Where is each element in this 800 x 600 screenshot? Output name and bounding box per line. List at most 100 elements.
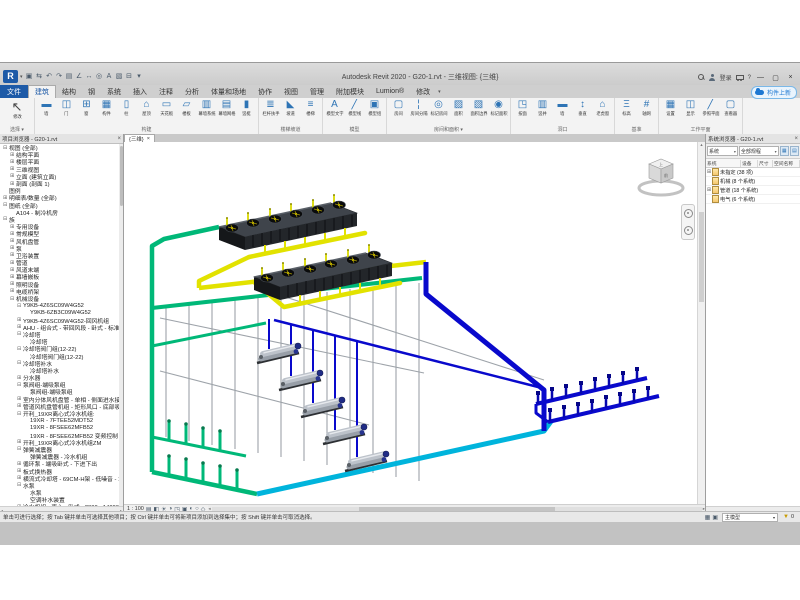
project-browser-close-icon[interactable]: × <box>117 136 121 142</box>
ribbon-tab-10[interactable]: 管理 <box>304 85 330 98</box>
tree-item[interactable]: Y9KB-6ZB3C09W4G52 <box>0 309 123 316</box>
sign-in-label[interactable]: 登录 <box>720 73 732 82</box>
viewer-button[interactable]: ▢查看器 <box>721 99 740 125</box>
autofit-columns-icon[interactable]: ▦ <box>780 146 789 156</box>
wall-button[interactable]: ▬墙 <box>37 99 56 125</box>
chiller-units[interactable] <box>257 343 389 471</box>
column-header-3[interactable]: 空间名称 <box>773 160 800 167</box>
grid-button[interactable]: #轴网 <box>637 99 656 125</box>
user-icon[interactable] <box>709 74 716 81</box>
room-button[interactable]: ▢房间 <box>389 99 408 125</box>
tree-item[interactable]: ⊞立面 (建筑立面) <box>0 173 123 180</box>
tree-item[interactable]: ⊞照明设备 <box>0 281 123 288</box>
floor-button[interactable]: ▱楼板 <box>177 99 196 125</box>
steering-wheel-icon[interactable] <box>684 209 693 218</box>
ribbon-tab-11[interactable]: 附加模块 <box>330 85 370 98</box>
model-group-button[interactable]: ▣模型组 <box>365 99 384 125</box>
project-browser-tree[interactable]: ⊟视图 (全部)⊞结构平面⊞楼层平面⊞三维视图⊞立面 (建筑立面)⊞剖面 (剖面… <box>0 144 123 506</box>
aligned-dimension-icon[interactable]: ↔ <box>85 72 94 81</box>
view-tab-3d[interactable]: {三维} × <box>124 134 155 142</box>
revit-app-button[interactable]: R <box>3 70 18 83</box>
tree-item[interactable]: ⊞风道末端 <box>0 266 123 273</box>
room-separator-button[interactable]: ¦房间分隔 <box>409 99 428 125</box>
tree-item[interactable]: ⊞风机盘管 <box>0 237 123 244</box>
tree-item[interactable]: ⊞三维视图 <box>0 166 123 173</box>
model-canvas[interactable]: 上 前 ▴ <box>124 142 705 504</box>
tree-item[interactable]: ⊞冷水机组 - 离心 - 卧式 - 2800 - 14000 kW <box>0 503 123 506</box>
section-icon[interactable]: ⊟ <box>125 72 134 81</box>
chilled-water-main-blue[interactable] <box>426 262 659 431</box>
show-workplane-button[interactable]: ◫显示 <box>681 99 700 125</box>
tree-item[interactable]: ⊞明细表/数量 (全部) <box>0 194 123 201</box>
curtain-grid-button[interactable]: ▤幕墙网格 <box>217 99 236 125</box>
tree-item[interactable]: ⊞管道风机盘管机组 - 矩形风口 - 底部吸风 <box>0 403 123 410</box>
ceiling-button[interactable]: ▭天花板 <box>157 99 176 125</box>
tree-item[interactable]: A104 - 制冷机房 <box>0 209 123 216</box>
table-row[interactable]: ⊞未指定 (38 项) <box>706 168 800 177</box>
ribbon-tab-5[interactable]: 注释 <box>153 85 179 98</box>
ref-plane-button[interactable]: ╱参照平面 <box>701 99 720 125</box>
system-browser-columns[interactable]: 系统设备尺寸空间名称 <box>706 158 800 168</box>
area-button[interactable]: ▨面积 <box>449 99 468 125</box>
app-menu-arrow-icon[interactable]: ▾ <box>20 74 23 80</box>
ribbon-tab-8[interactable]: 协作 <box>252 85 278 98</box>
tree-item[interactable]: ⊟冷却塔补水 <box>0 360 123 367</box>
column-button[interactable]: ▯柱 <box>117 99 136 125</box>
ribbon-tab-4[interactable]: 插入 <box>127 85 153 98</box>
component-store-banner-button[interactable]: 构件上新 <box>751 86 797 99</box>
design-options-icon[interactable]: ▣ <box>712 514 718 521</box>
tree-item[interactable]: ⊞专用设备 <box>0 223 123 230</box>
table-row[interactable]: 电气 (6 个系统) <box>706 195 800 204</box>
table-row[interactable]: ⊞管道 (18 个系统) <box>706 186 800 195</box>
tree-item[interactable]: ⊞幕墙嵌板 <box>0 273 123 280</box>
tree-item[interactable]: ⊟视图 (全部) <box>0 144 123 151</box>
system-browser-tree[interactable]: ⊞未指定 (38 项)机械 (8 个系统)⊞管道 (18 个系统)电气 (6 个… <box>706 168 800 506</box>
close-button[interactable]: × <box>785 74 796 81</box>
tree-item[interactable]: ⊟冷却塔阀门组(12-22) <box>0 345 123 352</box>
by-face-button[interactable]: ◳按面 <box>513 99 532 125</box>
tree-item[interactable]: ⊞楼层平面 <box>0 158 123 165</box>
tree-item[interactable]: ⊞AHU - 组合式 - 带回风段 - 卧式 - 标准 - 2000 - 100… <box>0 324 123 331</box>
store-cart-icon[interactable] <box>736 75 744 81</box>
file-tab[interactable]: 文件 <box>0 85 28 98</box>
tree-item[interactable]: 19XR - 8FSEE62MFB52 变频控制 <box>0 432 123 439</box>
wall-opening-button[interactable]: ▬墙 <box>553 99 572 125</box>
chilled-water-main-cyan[interactable] <box>257 420 552 494</box>
undo-icon[interactable]: ↶ <box>45 72 54 81</box>
curtain-system-button[interactable]: ▥幕墙系统 <box>197 99 216 125</box>
ribbon-tab-9[interactable]: 视图 <box>278 85 304 98</box>
component-button[interactable]: ▦构件 <box>97 99 116 125</box>
default-3d-view-icon[interactable]: ▧ <box>115 72 124 81</box>
tag-icon[interactable]: ◎ <box>95 72 104 81</box>
cooling-tower-row-1[interactable] <box>219 194 365 257</box>
system-filter-select[interactable]: 系统▾ <box>707 146 738 156</box>
help-icon[interactable]: ? <box>748 75 751 81</box>
ribbon-tab-6[interactable]: 分析 <box>179 85 205 98</box>
tree-item[interactable]: ⊟冷却塔 <box>0 331 123 338</box>
tree-item[interactable]: 冷却塔补水 <box>0 367 123 374</box>
railing-button[interactable]: ≣栏杆扶手 <box>261 99 280 125</box>
window-button[interactable]: ⊞窗 <box>77 99 96 125</box>
stair-button[interactable]: ≡楼梯 <box>301 99 320 125</box>
viewcube[interactable]: 上 前 <box>635 150 687 202</box>
tree-item[interactable]: ⊟图纸 (全部) <box>0 202 123 209</box>
column-header-0[interactable]: 系统 <box>706 160 741 167</box>
active-workset-select[interactable]: 主模型▾ <box>722 513 778 522</box>
tag-area-button[interactable]: ◉标记面积 <box>489 99 508 125</box>
level-button[interactable]: Ξ标高 <box>617 99 636 125</box>
text-icon[interactable]: A <box>105 72 114 81</box>
zoom-icon[interactable] <box>684 226 693 235</box>
tree-item[interactable]: ⊟泵阀组-端吸泵组 <box>0 381 123 388</box>
ribbon-tab-3[interactable]: 系统 <box>101 85 127 98</box>
ribbon-tab-12[interactable]: Lumion® <box>370 85 410 98</box>
tree-item[interactable]: 泵阀组-端吸泵组 <box>0 388 123 395</box>
tree-item[interactable]: 冷却塔阀门组(12-22) <box>0 352 123 359</box>
tree-item[interactable]: ⊞开利_19XR离心式冷水机组ZM <box>0 439 123 446</box>
selection-filter-icon[interactable]: ▼ <box>783 514 789 520</box>
minimize-button[interactable]: — <box>755 74 766 81</box>
tree-item[interactable]: ⊟机械设备 <box>0 295 123 302</box>
tree-item[interactable]: ⊞循环泵 - 端吸卧式 - 下进下出 <box>0 460 123 467</box>
project-browser-scrollbar[interactable] <box>119 144 123 506</box>
tree-item[interactable]: ⊞室内分体风机盘管 - 单相 - 侧面进水接口铜管 <box>0 396 123 403</box>
tree-item[interactable]: ⊞管道 <box>0 259 123 266</box>
